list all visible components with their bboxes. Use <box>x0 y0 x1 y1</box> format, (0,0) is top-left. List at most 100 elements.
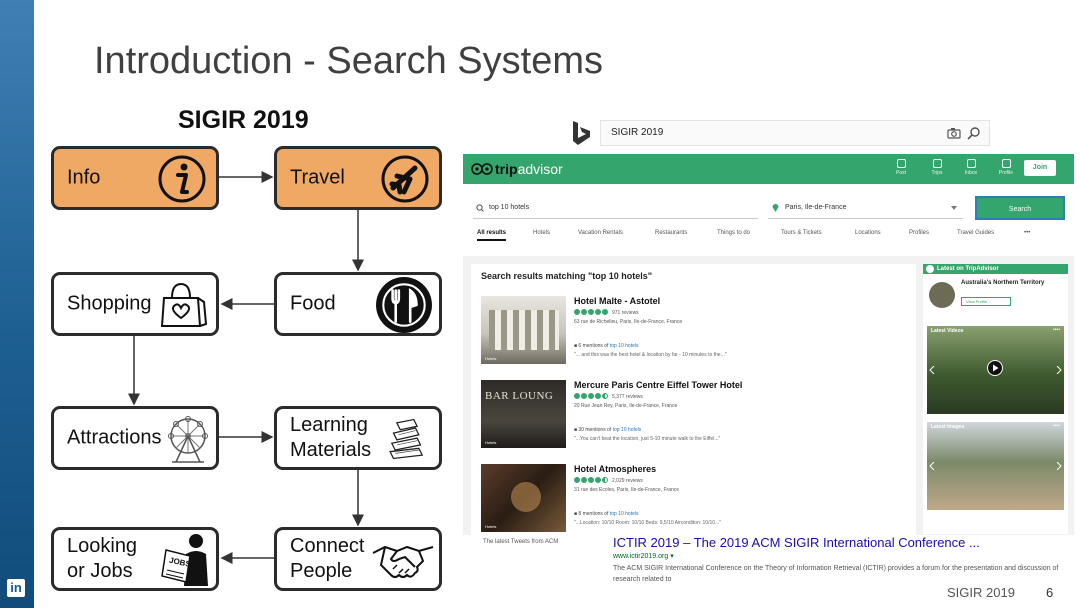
result-title-link[interactable]: ICTIR 2019 – The 2019 ACM SIGIR Internat… <box>613 535 980 550</box>
photo-lamp <box>511 482 541 512</box>
hotel-address: 20 Rue Jean Rey, Paris, Ile-de-France, F… <box>574 403 678 409</box>
tab-all-results[interactable]: All results <box>477 230 507 241</box>
chevron-left-icon[interactable] <box>929 462 935 470</box>
hotel-result[interactable]: BAR LOUNG Hotels Mercure Paris Centre Ei… <box>481 380 911 460</box>
inbox-icon <box>966 159 976 168</box>
tripadvisor-small-icon <box>926 265 934 273</box>
brand-trip: trip <box>495 161 518 177</box>
rating-bubbles <box>574 393 609 401</box>
fork-knife-icon <box>376 277 432 333</box>
search-results-panel: Search results matching "top 10 hotels" … <box>471 264 916 535</box>
footer-conference: SIGIR 2019 <box>947 585 1015 600</box>
bing-search-input[interactable]: SIGIR 2019 <box>600 120 990 146</box>
nav-inbox[interactable]: Inbox <box>959 159 983 176</box>
search-icon[interactable] <box>967 126 981 140</box>
mention-link[interactable]: top 10 hotels <box>610 343 639 349</box>
hotel-name[interactable]: Hotel Malte - Astotel <box>574 296 660 306</box>
location-pin-icon <box>772 204 779 212</box>
tweets-label[interactable]: The latest Tweets from ACM <box>483 539 558 545</box>
mention-prefix: 6 mentions of <box>578 343 609 349</box>
photo-sign: BAR LOUNG <box>485 390 554 402</box>
hotel-snippet: "... and this was the best hotel & locat… <box>574 352 727 358</box>
page-number: 6 <box>1046 585 1054 600</box>
tab-things-to-do[interactable]: Things to do <box>717 230 750 236</box>
join-button[interactable]: Join <box>1024 160 1056 176</box>
ferris-wheel-icon <box>168 416 208 463</box>
diagram-heading: SIGIR 2019 <box>178 106 309 134</box>
result-url[interactable]: www.ictir2019.org ▾ <box>613 552 674 560</box>
nav-trips[interactable]: Trips <box>925 159 949 176</box>
profile-icon <box>1001 159 1011 168</box>
chevron-left-icon[interactable] <box>929 366 935 374</box>
hotel-result[interactable]: Hotels Hotel Atmospheres 2,029 reviews 3… <box>481 464 911 535</box>
latest-images-card[interactable]: Latest Images •••• <box>927 422 1064 510</box>
mention-link[interactable]: top 10 hotels <box>610 511 639 517</box>
review-count[interactable]: 971 reviews <box>612 310 639 316</box>
chevron-down-icon[interactable] <box>951 206 957 210</box>
hotel-address: 63 rue de Richelieu, Paris, Ile-de-Franc… <box>574 319 683 325</box>
hotel-photo[interactable]: Hotels <box>481 296 566 364</box>
node-travel: Travel <box>274 146 442 210</box>
nav-trips-label: Trips <box>931 170 943 176</box>
view-profile-button[interactable]: View Profile <box>961 297 1011 306</box>
avatar[interactable] <box>929 282 955 308</box>
chevron-right-icon[interactable] <box>1056 366 1062 374</box>
bing-search-bar: SIGIR 2019 <box>570 118 996 148</box>
play-icon[interactable] <box>987 360 1003 376</box>
camera-icon[interactable] <box>947 126 961 140</box>
photo-label: Hotels <box>485 524 497 529</box>
node-attractions: Attractions <box>51 406 219 470</box>
hotel-mentions: ■ 30 mentions of top 10 hotels <box>574 427 642 433</box>
review-count[interactable]: 5,377 reviews <box>612 394 643 400</box>
hotel-photo[interactable]: BAR LOUNG Hotels <box>481 380 566 448</box>
search-button[interactable]: Search <box>975 196 1065 220</box>
tripadvisor-logo[interactable]: tripadvisor <box>471 161 563 177</box>
airplane-icon <box>381 155 429 203</box>
profile-name[interactable]: Australia's Northern Territory <box>961 280 1044 286</box>
node-label: Connect People <box>290 535 365 582</box>
node-info: Info <box>51 146 219 210</box>
latest-sidebar: Latest on TripAdvisor Australia's Northe… <box>923 264 1068 534</box>
tab-locations[interactable]: Locations <box>855 230 881 236</box>
tab-vacation-rentals[interactable]: Vacation Rentals <box>578 230 623 236</box>
node-label: Looking or Jobs <box>67 535 138 582</box>
photo-label: Hotels <box>485 440 497 445</box>
search-icon <box>476 204 484 212</box>
brand-advisor: advisor <box>517 161 563 177</box>
bing-query-text: SIGIR 2019 <box>611 127 664 138</box>
location-input[interactable]: Paris, Ile-de-France <box>785 204 846 211</box>
tab-travel-guides[interactable]: Travel Guides <box>957 230 994 236</box>
more-dots-icon[interactable]: •••• <box>1053 327 1060 333</box>
nav-post[interactable]: Post <box>889 159 913 176</box>
bing-result: The latest Tweets from ACM ICTIR 2019 – … <box>463 535 1074 585</box>
node-learning-materials: Learning Materials <box>274 406 442 470</box>
hotel-name[interactable]: Mercure Paris Centre Eiffel Tower Hotel <box>574 380 742 390</box>
node-shopping: Shopping <box>51 272 219 336</box>
review-count[interactable]: 2,029 reviews <box>612 478 643 484</box>
nav-profile[interactable]: Profile <box>994 159 1018 176</box>
node-label: Food <box>290 292 336 315</box>
bing-logo-icon <box>573 121 590 145</box>
tab-profiles[interactable]: Profiles <box>909 230 929 236</box>
mention-link[interactable]: top 10 hotels <box>613 427 642 433</box>
latest-videos-card[interactable]: Latest Videos •••• <box>927 326 1064 414</box>
tab-tours-tickets[interactable]: Tours & Tickets <box>781 230 822 236</box>
tab-restaurants[interactable]: Restaurants <box>655 230 687 236</box>
query-input[interactable]: top 10 hotels <box>489 204 529 211</box>
hotel-photo[interactable]: Hotels <box>481 464 566 532</box>
slide-title: Introduction - Search Systems <box>94 40 603 82</box>
more-dots-icon[interactable]: •••• <box>1053 423 1060 429</box>
hotel-rating: 5,377 reviews <box>574 393 643 401</box>
hotel-result[interactable]: Hotels Hotel Malte - Astotel 971 reviews… <box>481 296 911 376</box>
tab-more[interactable]: ••• <box>1024 230 1030 236</box>
linkedin-logo-icon: in <box>7 579 25 597</box>
chevron-right-icon[interactable] <box>1056 462 1062 470</box>
hotel-name[interactable]: Hotel Atmospheres <box>574 464 656 474</box>
jobs-newspaper-icon: JOBS <box>161 534 208 586</box>
hotel-mentions: ■ 6 mentions of top 10 hotels <box>574 343 639 349</box>
tab-hotels[interactable]: Hotels <box>533 230 550 236</box>
hotel-mentions: ■ 8 mentions of top 10 hotels <box>574 511 639 517</box>
result-description: The ACM SIGIR International Conference o… <box>613 565 1059 583</box>
tripadvisor-header: tripadvisor Post Trips Inbox Profile Joi… <box>463 154 1074 184</box>
shopping-bag-icon <box>160 282 208 327</box>
